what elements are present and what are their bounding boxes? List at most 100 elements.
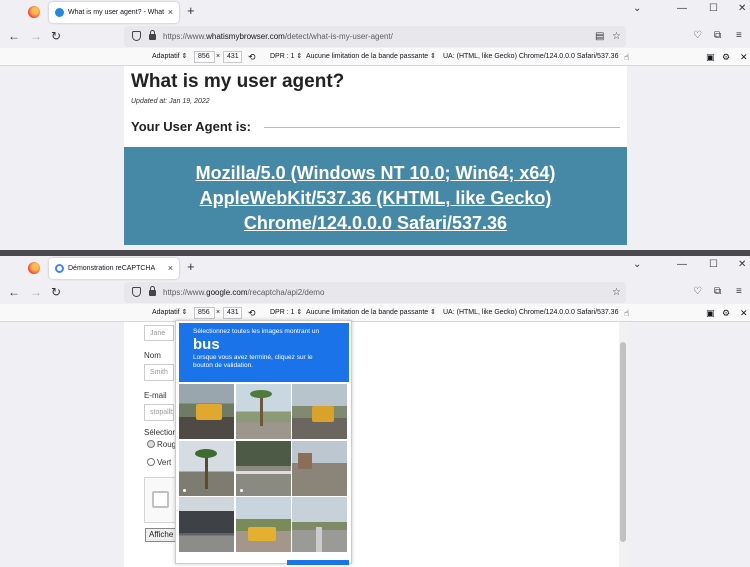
close-window-button[interactable]: ✕ (738, 3, 746, 14)
close-tab-icon[interactable]: × (168, 258, 173, 279)
radio-button[interactable] (147, 440, 155, 448)
settings-icon[interactable]: ⚙ (722, 48, 730, 66)
throttle-select[interactable]: Aucune limitation de la bande passante ⇕ (306, 48, 436, 66)
tab-whatismybrowser[interactable]: What is my user agent? - What × (49, 2, 179, 23)
height-input[interactable]: 431 (223, 51, 242, 63)
last-name-input[interactable]: Smith (144, 364, 174, 381)
user-agent-line-2[interactable]: AppleWebKit/537.36 (KHTML, like Gecko) (124, 186, 627, 211)
forward-button[interactable]: → (30, 29, 42, 43)
firefox-icon[interactable] (28, 6, 40, 18)
reader-view-icon[interactable]: ▤ (595, 26, 604, 47)
url-bar[interactable]: https://www.google.com/recaptcha/api2/de… (124, 282, 626, 303)
chevron-down-icon[interactable]: ⌄ (633, 259, 641, 270)
width-input[interactable]: 856 (194, 51, 215, 63)
radio-button[interactable] (147, 458, 155, 466)
user-agent-input[interactable]: UA: (HTML, like Gecko) Chrome/124.0.0.0 … (439, 307, 618, 319)
image-tile[interactable] (179, 384, 234, 439)
height-input[interactable]: 431 (223, 307, 242, 319)
email-label: E-mail (144, 391, 167, 400)
lock-icon[interactable] (149, 286, 156, 296)
shield-icon[interactable] (132, 31, 141, 41)
device-select[interactable]: Adaptatif ⇕ (152, 48, 187, 66)
extensions-icon[interactable]: ⧉ (714, 286, 721, 298)
maximize-button[interactable]: ☐ (709, 259, 718, 270)
touch-simulation-icon[interactable]: ☝ (624, 304, 629, 322)
reload-button[interactable]: ↻ (51, 285, 61, 299)
responsive-design-toolbar: Adaptatif ⇕ 856 × 431 ⟲ DPR : 1 ⇕ Aucune… (0, 304, 750, 322)
url-host: whatismybrowser.com (206, 32, 285, 41)
url-path: /recaptcha/api2/demo (247, 288, 325, 297)
navigation-bar: ← → ↻ https://www.google.com/recaptcha/a… (0, 281, 750, 304)
tab-title: Démonstration reCAPTCHA (68, 265, 156, 272)
image-tile[interactable] (236, 384, 291, 439)
recaptcha-checkbox[interactable] (152, 491, 169, 508)
tab-bar: Démonstration reCAPTCHA × + ⌄ — ☐ ✕ (0, 256, 750, 280)
lock-icon[interactable] (149, 30, 156, 40)
recaptcha-challenge: Sélectionnez toutes les images montrant … (175, 320, 352, 565)
dpr-select[interactable]: DPR : 1 ⇕ (270, 48, 302, 66)
submit-button[interactable]: Affiche (145, 528, 177, 542)
scrollbar[interactable] (619, 322, 627, 567)
minimize-button[interactable]: — (677, 259, 687, 270)
screenshot-icon[interactable]: ▣ (706, 48, 715, 66)
challenge-instruction: Sélectionnez toutes les images montrant … (193, 328, 320, 335)
responsive-design-toolbar: Adaptatif ⇕ 856 × 431 ⟲ DPR : 1 ⇕ Aucune… (0, 48, 750, 66)
chevron-down-icon[interactable]: ⌄ (633, 3, 641, 14)
forward-button[interactable]: → (30, 285, 42, 299)
screenshot-icon[interactable]: ▣ (706, 304, 715, 322)
browser-window-recaptcha: Démonstration reCAPTCHA × + ⌄ — ☐ ✕ ← → … (0, 256, 750, 567)
radio-option-green[interactable]: Vert (147, 458, 171, 467)
touch-simulation-icon[interactable]: ☝ (624, 48, 629, 66)
image-tile[interactable] (236, 441, 291, 496)
reload-button[interactable]: ↻ (51, 29, 61, 43)
bookmark-star-icon[interactable]: ☆ (612, 282, 621, 303)
image-tile[interactable] (292, 497, 347, 552)
close-tab-icon[interactable]: × (168, 2, 173, 23)
back-button[interactable]: ← (8, 29, 20, 43)
close-rdm-icon[interactable]: ✕ (740, 48, 748, 66)
page-title: What is my user agent? (131, 71, 345, 92)
extensions-icon[interactable]: ⧉ (714, 30, 721, 42)
radio-option-red[interactable]: Roug (147, 440, 176, 449)
maximize-button[interactable]: ☐ (709, 3, 718, 14)
back-button[interactable]: ← (8, 285, 20, 299)
pocket-icon[interactable]: ♡ (693, 286, 702, 298)
firefox-icon[interactable] (28, 262, 40, 274)
tab-bar: What is my user agent? - What × + ⌄ — ☐ … (0, 0, 750, 24)
url-bar[interactable]: https://www.whatismybrowser.com/detect/w… (124, 26, 626, 47)
bookmark-star-icon[interactable]: ☆ (612, 26, 621, 47)
settings-icon[interactable]: ⚙ (722, 304, 730, 322)
tab-recaptcha-demo[interactable]: Démonstration reCAPTCHA × (49, 258, 179, 279)
new-tab-button[interactable]: + (187, 3, 195, 18)
updated-date: Updated at: Jan 19, 2022 (131, 98, 210, 105)
image-tile[interactable] (236, 497, 291, 552)
pocket-icon[interactable]: ♡ (693, 30, 702, 42)
minimize-button[interactable]: — (677, 3, 687, 14)
verify-button[interactable] (287, 560, 349, 565)
url-host: google.com (206, 288, 248, 297)
rotate-icon[interactable]: ⟲ (248, 48, 256, 66)
user-agent-input[interactable]: UA: (HTML, like Gecko) Chrome/124.0.0.0 … (439, 51, 618, 63)
image-tile[interactable] (179, 441, 234, 496)
tile-dot (240, 489, 243, 492)
width-input[interactable]: 856 (194, 307, 215, 319)
close-window-button[interactable]: ✕ (738, 259, 746, 270)
image-tile[interactable] (292, 384, 347, 439)
tab-title: What is my user agent? - What (68, 9, 165, 16)
navigation-bar: ← → ↻ https://www.whatismybrowser.com/de… (0, 25, 750, 48)
shield-icon[interactable] (132, 287, 141, 297)
close-rdm-icon[interactable]: ✕ (740, 304, 748, 322)
first-name-input[interactable]: Jane (144, 325, 174, 341)
radio-label: Roug (157, 440, 177, 449)
email-input[interactable]: stopallb (144, 404, 174, 421)
scrollbar-thumb[interactable] (620, 342, 626, 542)
new-tab-button[interactable]: + (187, 259, 195, 274)
user-agent-line-3[interactable]: Chrome/124.0.0.0 Safari/537.36 (124, 211, 627, 236)
menu-icon[interactable]: ≡ (736, 286, 742, 298)
image-tile[interactable] (179, 497, 234, 552)
radio-label: Vert (157, 458, 172, 467)
user-agent-box: Mozilla/5.0 (Windows NT 10.0; Win64; x64… (124, 147, 627, 245)
menu-icon[interactable]: ≡ (736, 30, 742, 42)
image-tile[interactable] (292, 441, 347, 496)
user-agent-line-1[interactable]: Mozilla/5.0 (Windows NT 10.0; Win64; x64… (124, 161, 627, 186)
